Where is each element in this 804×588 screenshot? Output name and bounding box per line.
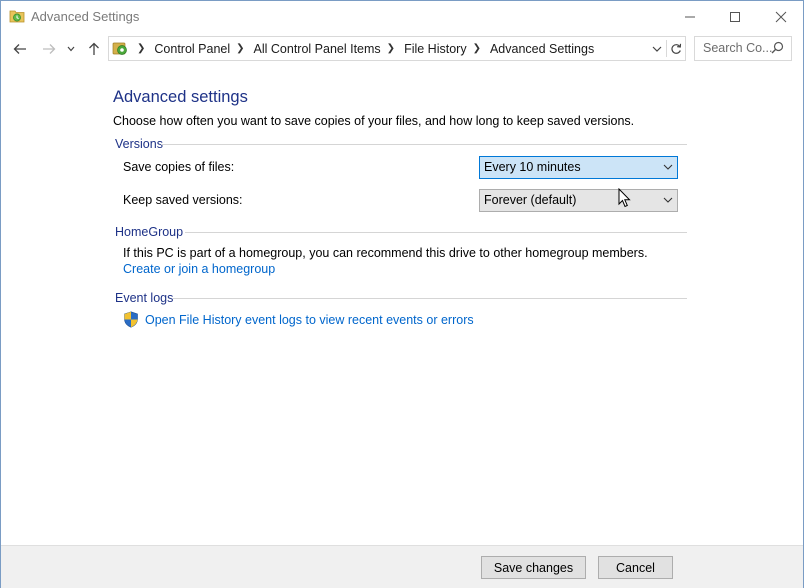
chevron-down-icon xyxy=(663,161,673,175)
save-copies-dropdown[interactable]: Every 10 minutes xyxy=(479,156,678,179)
close-button[interactable] xyxy=(758,1,803,32)
breadcrumb-file-history[interactable]: File History xyxy=(404,42,467,56)
uac-shield-icon xyxy=(123,311,139,328)
versions-section-title: Versions xyxy=(115,137,163,151)
back-button[interactable] xyxy=(10,38,30,60)
title-bar: Advanced Settings xyxy=(1,1,803,32)
minimize-icon xyxy=(684,16,695,17)
refresh-button[interactable] xyxy=(667,37,685,60)
control-panel-icon xyxy=(112,40,129,57)
file-history-icon xyxy=(9,8,25,24)
breadcrumb-all-items[interactable]: All Control Panel Items xyxy=(254,42,381,56)
maximize-button[interactable] xyxy=(712,1,757,32)
advanced-settings-window: Advanced Settings ❯ Control Panel ❯ All … xyxy=(0,0,804,588)
arrow-up-icon xyxy=(89,42,99,55)
breadcrumb-control-panel[interactable]: Control Panel xyxy=(154,42,230,56)
refresh-icon xyxy=(671,43,682,54)
up-button[interactable] xyxy=(84,38,104,60)
cancel-button[interactable]: Cancel xyxy=(598,556,673,579)
navigation-bar: ❯ Control Panel ❯ All Control Panel Item… xyxy=(1,34,803,64)
keep-versions-dropdown[interactable]: Forever (default) xyxy=(479,189,678,212)
arrow-left-icon xyxy=(13,44,26,54)
save-copies-value: Every 10 minutes xyxy=(484,160,581,174)
address-history-button[interactable] xyxy=(649,37,665,60)
chevron-down-icon xyxy=(663,194,673,208)
chevron-down-icon xyxy=(67,46,75,52)
main-content: Advanced settings Choose how often you w… xyxy=(1,65,803,545)
save-copies-label: Save copies of files: xyxy=(123,160,235,174)
breadcrumb-separator-icon[interactable]: ❯ xyxy=(137,43,145,54)
forward-button[interactable] xyxy=(39,38,59,60)
breadcrumb-separator-icon[interactable]: ❯ xyxy=(473,43,481,54)
create-join-homegroup-link[interactable]: Create or join a homegroup xyxy=(123,262,275,276)
versions-divider xyxy=(161,144,687,145)
search-box[interactable]: Search Co... xyxy=(694,36,792,61)
maximize-icon xyxy=(729,11,740,22)
breadcrumb-separator-icon[interactable]: ❯ xyxy=(236,43,244,54)
event-logs-divider xyxy=(173,298,687,299)
search-icon[interactable] xyxy=(771,41,784,59)
breadcrumb: ❯ Control Panel ❯ All Control Panel Item… xyxy=(131,37,594,60)
page-title: Advanced settings xyxy=(113,88,248,106)
homegroup-divider xyxy=(185,232,687,233)
dialog-footer: Save changes Cancel xyxy=(1,545,803,588)
address-bar[interactable]: ❯ Control Panel ❯ All Control Panel Item… xyxy=(108,36,686,61)
homegroup-section-title: HomeGroup xyxy=(115,225,184,239)
mouse-cursor-icon xyxy=(618,187,632,213)
arrow-right-icon xyxy=(43,44,56,54)
event-logs-section-title: Event logs xyxy=(115,291,174,305)
save-changes-button[interactable]: Save changes xyxy=(481,556,586,579)
search-input[interactable]: Search Co... xyxy=(703,41,772,55)
window-title: Advanced Settings xyxy=(31,9,140,24)
event-logs-link[interactable]: Open File History event logs to view rec… xyxy=(145,313,474,327)
recent-locations-button[interactable] xyxy=(64,38,78,60)
homegroup-text: If this PC is part of a homegroup, you c… xyxy=(123,246,648,260)
breadcrumb-separator-icon[interactable]: ❯ xyxy=(387,43,395,54)
intro-text: Choose how often you want to save copies… xyxy=(113,114,635,128)
keep-versions-value: Forever (default) xyxy=(484,193,577,207)
chevron-down-icon xyxy=(652,46,662,52)
close-icon xyxy=(775,11,786,22)
breadcrumb-advanced-settings[interactable]: Advanced Settings xyxy=(490,42,594,56)
minimize-button[interactable] xyxy=(667,1,712,32)
keep-versions-label: Keep saved versions: xyxy=(123,193,243,207)
